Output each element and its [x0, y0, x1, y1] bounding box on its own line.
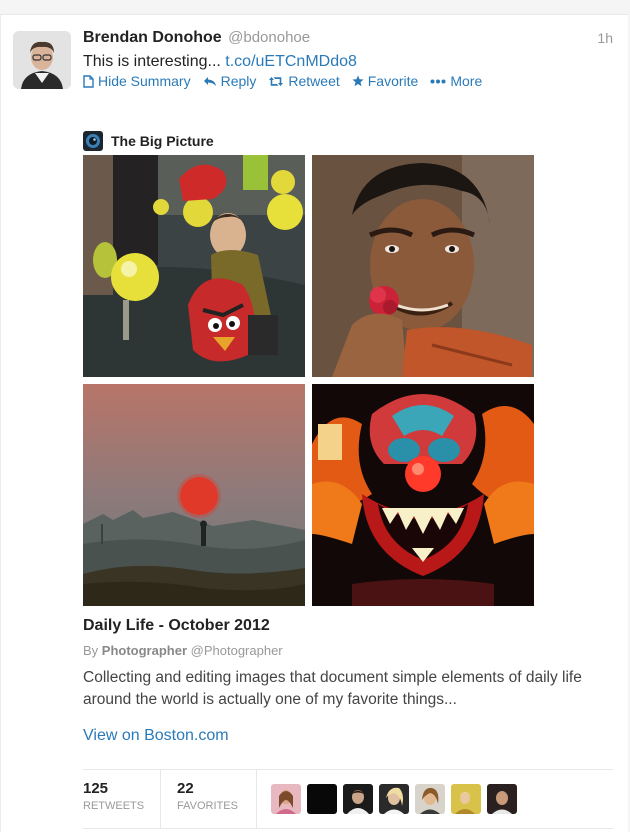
big-picture-logo-icon [83, 131, 103, 151]
favorite-button[interactable]: Favorite [352, 73, 419, 89]
tweet-card: Brendan Donohoe @bdonohoe 1h This is int… [0, 14, 628, 832]
favoriter-avatar[interactable] [487, 784, 517, 814]
photo-man-with-rose[interactable] [312, 155, 534, 377]
tweet-header: Brendan Donohoe @bdonohoe 1h [83, 29, 613, 51]
favorite-label: Favorite [367, 73, 419, 89]
reply-label: Reply [220, 73, 257, 89]
tweet-timestamp[interactable]: 1h [597, 30, 613, 46]
photo-clown-lights[interactable] [312, 384, 534, 606]
byline-prefix: By [83, 643, 99, 658]
tweet-text: This is interesting... t.co/uETCnMDdo8 [83, 53, 357, 71]
ellipsis-icon [430, 79, 446, 83]
favoriter-avatar[interactable] [271, 784, 301, 814]
favorites-count: 22 [177, 780, 194, 797]
favoriters-avatars [257, 770, 517, 828]
tweet-stats: 125 RETWEETS 22 FAVORITES [83, 769, 613, 829]
view-on-site-link[interactable]: View on Boston.com [83, 727, 229, 745]
document-icon [83, 74, 94, 88]
photo-sunset[interactable] [83, 384, 305, 606]
reply-button[interactable]: Reply [203, 73, 257, 89]
reply-arrow-icon [203, 76, 216, 86]
more-label: More [450, 73, 483, 89]
retweet-icon [269, 76, 284, 86]
favorites-stat[interactable]: 22 FAVORITES [161, 770, 257, 828]
favoriter-avatar[interactable] [451, 784, 481, 814]
retweets-stat[interactable]: 125 RETWEETS [83, 770, 161, 828]
favoriter-avatar[interactable] [307, 784, 337, 814]
tweet-text-body: This is interesting... [83, 53, 221, 70]
source-name: The Big Picture [111, 133, 214, 149]
article-byline: By Photographer @Photographer [83, 643, 283, 658]
author-handle[interactable]: @bdonohoe [228, 29, 310, 46]
card-source[interactable]: The Big Picture [83, 131, 214, 151]
more-button[interactable]: More [430, 73, 482, 89]
favorites-label: FAVORITES [177, 800, 238, 812]
tweet-actions: Hide Summary Reply Retweet Favorite More [83, 73, 482, 89]
favoriter-avatar[interactable] [379, 784, 409, 814]
retweets-count: 125 [83, 780, 109, 797]
star-icon [352, 75, 364, 87]
author-avatar[interactable] [13, 31, 71, 89]
tweet-link[interactable]: t.co/uETCnMDdo8 [225, 53, 357, 70]
retweet-label: Retweet [288, 73, 340, 89]
article-description: Collecting and editing images that docum… [83, 669, 582, 708]
favoriter-avatar[interactable] [343, 784, 373, 814]
article-title[interactable]: Daily Life - October 2012 [83, 617, 270, 635]
author-name[interactable]: Brendan Donohoe [83, 29, 222, 46]
hide-summary-button[interactable]: Hide Summary [83, 73, 191, 89]
photo-playground[interactable] [83, 155, 305, 377]
hide-summary-label: Hide Summary [98, 73, 191, 89]
byline-handle[interactable]: @Photographer [191, 643, 283, 658]
favoriter-avatar[interactable] [415, 784, 445, 814]
byline-name[interactable]: Photographer [102, 643, 187, 658]
retweets-label: RETWEETS [83, 800, 145, 812]
retweet-button[interactable]: Retweet [268, 73, 340, 89]
